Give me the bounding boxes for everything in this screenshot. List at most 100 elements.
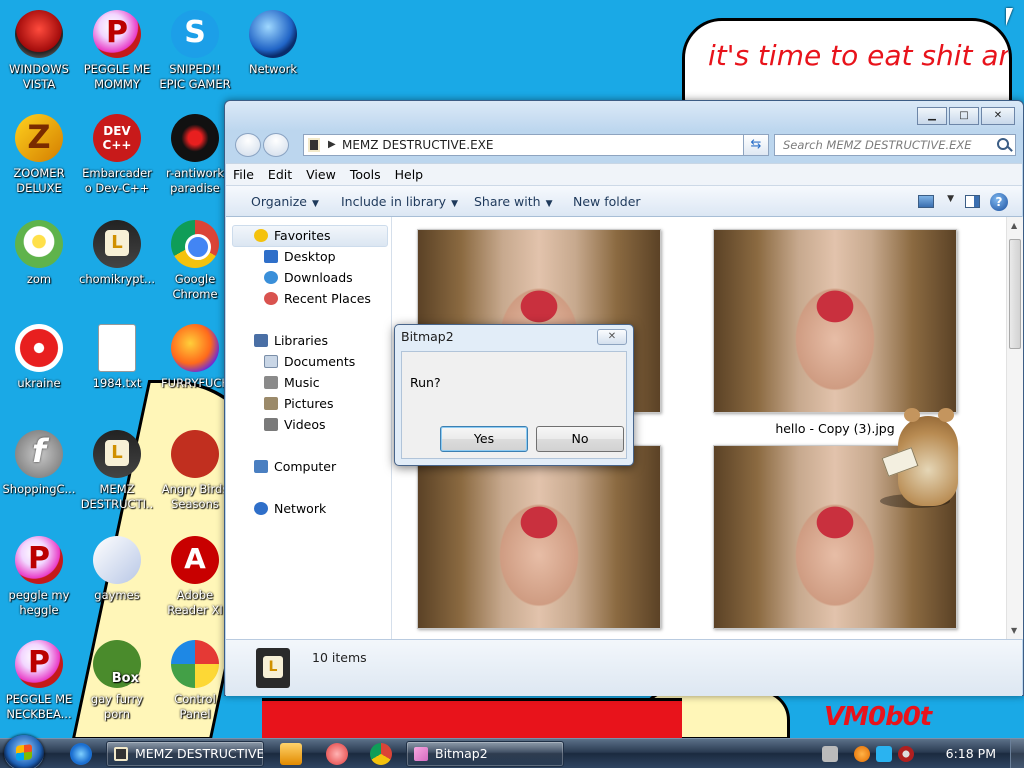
include-in-library-button[interactable]: Include in library ▼ <box>341 186 458 220</box>
dialog-close-button[interactable]: ✕ <box>597 329 627 345</box>
scrollbar-thumb[interactable] <box>1009 239 1021 349</box>
pictures-icon <box>264 397 278 410</box>
help-icon[interactable]: ? <box>990 193 1008 211</box>
clock[interactable]: 6:18 PM <box>946 739 996 768</box>
firefox-icon <box>171 324 219 372</box>
menu-view[interactable]: View <box>299 164 343 186</box>
desktop-icon-gaymes[interactable]: gaymes <box>79 530 155 630</box>
hamster-sprite <box>880 408 970 518</box>
navigation-pane: Favorites Desktop Downloads Recent Place… <box>226 217 392 639</box>
menu-tools[interactable]: Tools <box>343 164 388 186</box>
mouse-cursor-icon <box>1006 8 1013 26</box>
desktop-icon-ukraine[interactable]: ukraine <box>1 318 77 418</box>
vista-logo-icon <box>15 10 63 58</box>
libraries-icon <box>254 334 268 347</box>
desktop-icon-peggle-me-neckbeard[interactable]: PEGGLE ME NECKBEA... <box>1 634 77 734</box>
search-input[interactable]: Search MEMZ DESTRUCTIVE.EXE <box>774 134 1016 156</box>
explorer-titlebar[interactable]: ▁ □ ✕ <box>225 101 1023 131</box>
command-bar: Organize ▼ Include in library ▼ Share with… <box>226 185 1022 217</box>
desktop-icon-control-panel[interactable]: Control Panel <box>157 634 233 734</box>
desktop-icon-devcpp[interactable]: Embarcadero Dev-C++ <box>79 108 155 208</box>
nav-network[interactable]: Network <box>254 499 326 519</box>
desktop-icon-angry-birds[interactable]: Angry Birds Seasons <box>157 424 233 524</box>
search-icon[interactable] <box>997 138 1009 150</box>
nav-music[interactable]: Music <box>264 373 320 393</box>
view-dropdown-icon[interactable]: ▼ <box>947 194 954 204</box>
nav-desktop[interactable]: Desktop <box>264 247 336 267</box>
desktop-icon-windows-vista[interactable]: WINDOWS VISTA <box>1 4 77 104</box>
chevron-down-icon: ▼ <box>451 199 458 209</box>
no-button[interactable]: No <box>536 426 624 452</box>
show-desktop-button[interactable] <box>1010 739 1024 768</box>
refresh-button[interactable]: ⇆ <box>743 134 769 156</box>
menu-file[interactable]: File <box>226 164 261 186</box>
nav-documents[interactable]: Documents <box>264 352 355 372</box>
chrome-icon[interactable] <box>370 743 392 765</box>
memz-icon <box>93 430 141 478</box>
nav-pictures[interactable]: Pictures <box>264 394 334 414</box>
nav-recent-places[interactable]: Recent Places <box>264 289 371 309</box>
yes-button[interactable]: Yes <box>440 426 528 452</box>
taskbar-button-memz[interactable]: MEMZ DESTRUCTIVE... <box>106 741 264 767</box>
network-tray-icon[interactable] <box>876 746 892 762</box>
forward-button[interactable] <box>263 133 289 157</box>
maximize-button[interactable]: □ <box>949 107 979 125</box>
desktop-icon-sniped[interactable]: SNIPED!! EPIC GAMER 360... <box>157 4 233 104</box>
file-thumbnail[interactable] <box>713 229 957 413</box>
menu-edit[interactable]: Edit <box>261 164 299 186</box>
desktop-icon-zoomer-deluxe[interactable]: ZOOMER DELUXE <box>1 108 77 208</box>
star-icon <box>254 229 268 242</box>
file-thumbnail[interactable] <box>417 445 661 629</box>
internet-explorer-icon[interactable] <box>70 743 92 765</box>
scroll-down-icon[interactable]: ▼ <box>1011 626 1017 635</box>
desktop-icon-google-chrome[interactable]: Google Chrome <box>157 214 233 314</box>
desktop-icon-network[interactable]: Network <box>235 4 311 104</box>
desktop-icon-gay-furry-porn[interactable]: gay furry porn <box>79 634 155 734</box>
scroll-up-icon[interactable]: ▲ <box>1011 221 1017 230</box>
view-options-icon[interactable] <box>918 195 934 208</box>
desktop-icon-peggle-my-heggle[interactable]: peggle my heggle <box>1 530 77 630</box>
desktop-icon-adobe-reader[interactable]: Adobe Reader XI <box>157 530 233 630</box>
desktop-icon <box>264 250 278 263</box>
organize-label: Organize <box>251 194 307 209</box>
peggle-icon <box>15 536 63 584</box>
tray-app-icon[interactable] <box>822 746 838 762</box>
new-folder-button[interactable]: New folder <box>573 186 641 218</box>
desktop-icon-shoppingc[interactable]: ShoppingC... <box>1 424 77 524</box>
menu-bar: File Edit View Tools Help <box>226 163 1022 185</box>
start-button[interactable] <box>4 735 44 768</box>
nav-computer[interactable]: Computer <box>254 457 336 477</box>
organize-button[interactable]: Organize ▼ <box>251 186 319 220</box>
desktop-icon-1984-txt[interactable]: 1984.txt <box>79 318 155 418</box>
back-button[interactable] <box>235 133 261 157</box>
desktop-icon-memz-destructive[interactable]: MEMZ DESTRUCTI... <box>79 424 155 524</box>
menu-help[interactable]: Help <box>388 164 431 186</box>
taskbar-button-bitmap2[interactable]: Bitmap2 <box>406 741 564 767</box>
search-tray-icon[interactable] <box>854 746 870 762</box>
system-tray: 6:18 PM <box>814 739 1024 768</box>
desktop-icon-r-antiwork[interactable]: r-antiwork paradise <box>157 108 233 208</box>
wallpaper-bubble-text: it's time to eat shit and die and chew <box>708 39 1008 72</box>
desktop-icon-peggle-me-mommy[interactable]: PEGGLE ME MOMMY <box>79 4 155 104</box>
vertical-scrollbar[interactable]: ▲ ▼ <box>1006 217 1023 639</box>
nav-videos[interactable]: Videos <box>264 415 326 435</box>
minimize-button[interactable]: ▁ <box>917 107 947 125</box>
address-bar[interactable]: ▶ MEMZ DESTRUCTIVE.EXE ▼ <box>303 134 767 156</box>
paint-icon[interactable] <box>326 743 348 765</box>
nav-favorites[interactable]: Favorites <box>254 226 330 246</box>
nav-downloads[interactable]: Downloads <box>264 268 353 288</box>
text-file-icon <box>98 324 136 372</box>
close-button[interactable]: ✕ <box>981 107 1015 125</box>
taskbar-button-label: Bitmap2 <box>435 746 488 761</box>
breadcrumb-arrow-icon[interactable]: ▶ <box>328 135 336 155</box>
desktop-icon-chomikrypt[interactable]: chomikrypt... <box>79 214 155 314</box>
volume-tray-icon[interactable] <box>898 746 914 762</box>
search-placeholder: Search MEMZ DESTRUCTIVE.EXE <box>783 138 972 152</box>
peggle-icon <box>15 640 63 688</box>
preview-pane-icon[interactable] <box>965 195 980 208</box>
desktop-icon-zom[interactable]: zom <box>1 214 77 314</box>
media-player-icon[interactable] <box>280 743 302 765</box>
nav-libraries[interactable]: Libraries <box>254 331 328 351</box>
share-with-button[interactable]: Share with ▼ <box>474 186 553 220</box>
desktop-icon-furryfuck[interactable]: FURRYFUCK <box>157 318 233 418</box>
